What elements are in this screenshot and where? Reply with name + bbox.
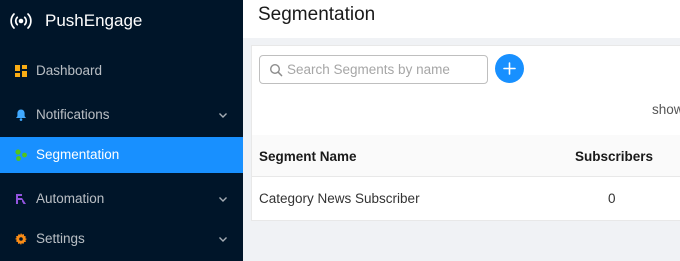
sidebar-item-label: Notifications	[36, 107, 110, 122]
brand[interactable]: PushEngage	[0, 0, 243, 42]
sidebar-item-dashboard[interactable]: Dashboard	[0, 53, 243, 89]
search-icon	[269, 63, 283, 77]
automation-icon	[16, 194, 26, 204]
column-header-segment-name[interactable]: Segment Name	[259, 149, 357, 165]
sidebar-item-label: Settings	[36, 231, 85, 246]
search-box[interactable]	[259, 55, 488, 84]
chevron-down-icon	[219, 197, 227, 202]
chevron-down-icon	[219, 113, 227, 118]
sidebar-item-automation[interactable]: Automation	[0, 181, 243, 217]
dashboard-icon	[15, 65, 27, 77]
sidebar-item-label: Automation	[36, 191, 105, 206]
app-name: PushEngage	[45, 11, 143, 30]
segment-icon	[15, 149, 27, 161]
bell-icon	[16, 109, 26, 121]
page-size-label: show	[652, 102, 680, 117]
sidebar-item-notifications[interactable]: Notifications	[0, 97, 243, 133]
sidebar: PushEngage Dashboard Notifications Segme…	[0, 0, 243, 261]
add-segment-button[interactable]	[495, 54, 524, 83]
sidebar-item-label: Dashboard	[36, 63, 103, 78]
broadcast-logo-icon	[10, 13, 32, 29]
sidebar-item-settings[interactable]: Settings	[0, 221, 243, 257]
chevron-down-icon	[219, 237, 227, 242]
gear-icon	[15, 233, 27, 245]
column-header-subscribers[interactable]: Subscribers	[575, 149, 653, 165]
sidebar-item-label: Segmentation	[36, 147, 120, 162]
sidebar-item-segmentation[interactable]: Segmentation	[0, 137, 243, 173]
subscribers-count-cell: 0	[608, 191, 616, 206]
search-input[interactable]	[287, 57, 482, 82]
plus-icon	[503, 62, 516, 75]
segment-name-cell[interactable]: Category News Subscriber	[259, 191, 420, 207]
page-title: Segmentation	[258, 4, 376, 25]
